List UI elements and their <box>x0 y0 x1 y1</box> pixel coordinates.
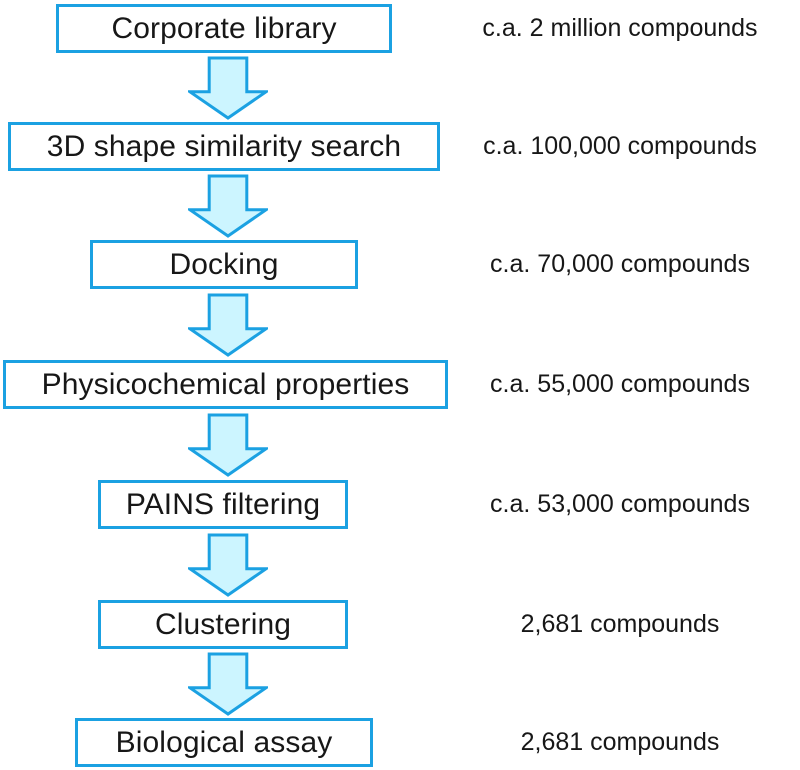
stage-box-corporate-library: Corporate library <box>56 4 392 53</box>
stage-box-pains-filtering: PAINS filtering <box>98 480 348 529</box>
compound-count-clustering: 2,681 compounds <box>520 610 720 638</box>
flow-arrow-down-icon <box>188 533 268 597</box>
stage-label-pains-filtering: PAINS filtering <box>125 487 321 521</box>
arrow-down-glyph <box>188 652 268 716</box>
arrow-down-glyph <box>188 413 268 477</box>
stage-label-clustering: Clustering <box>154 607 292 641</box>
compound-count-corporate-library: c.a. 2 million compounds <box>482 14 758 42</box>
flow-arrow-down-icon <box>188 293 268 357</box>
stage-label-shape-similarity-search: 3D shape similarity search <box>46 129 402 163</box>
stage-label-corporate-library: Corporate library <box>111 11 337 45</box>
arrow-down-glyph <box>188 293 268 357</box>
stage-box-shape-similarity-search: 3D shape similarity search <box>8 122 440 171</box>
flow-arrow-down-icon <box>188 174 268 238</box>
stage-label-biological-assay: Biological assay <box>115 725 333 759</box>
stage-label-docking: Docking <box>169 247 279 281</box>
compound-count-physicochemical-properties: c.a. 55,000 compounds <box>490 370 750 398</box>
compound-count-shape-similarity-search: c.a. 100,000 compounds <box>483 132 757 160</box>
arrow-down-glyph <box>188 533 268 597</box>
stage-box-physicochemical-properties: Physicochemical properties <box>3 360 448 409</box>
compound-count-pains-filtering: c.a. 53,000 compounds <box>490 490 750 518</box>
compound-count-docking: c.a. 70,000 compounds <box>490 250 750 278</box>
stage-label-physicochemical-properties: Physicochemical properties <box>41 367 410 401</box>
flowchart-canvas: Corporate library c.a. 2 million compound… <box>0 0 800 770</box>
stage-box-biological-assay: Biological assay <box>75 718 373 767</box>
compound-count-biological-assay: 2,681 compounds <box>520 728 720 756</box>
flow-arrow-down-icon <box>188 413 268 477</box>
stage-box-clustering: Clustering <box>98 600 348 649</box>
arrow-down-glyph <box>188 174 268 238</box>
arrow-down-glyph <box>188 56 268 120</box>
stage-box-docking: Docking <box>90 240 358 289</box>
flow-arrow-down-icon <box>188 652 268 716</box>
flow-arrow-down-icon <box>188 56 268 120</box>
